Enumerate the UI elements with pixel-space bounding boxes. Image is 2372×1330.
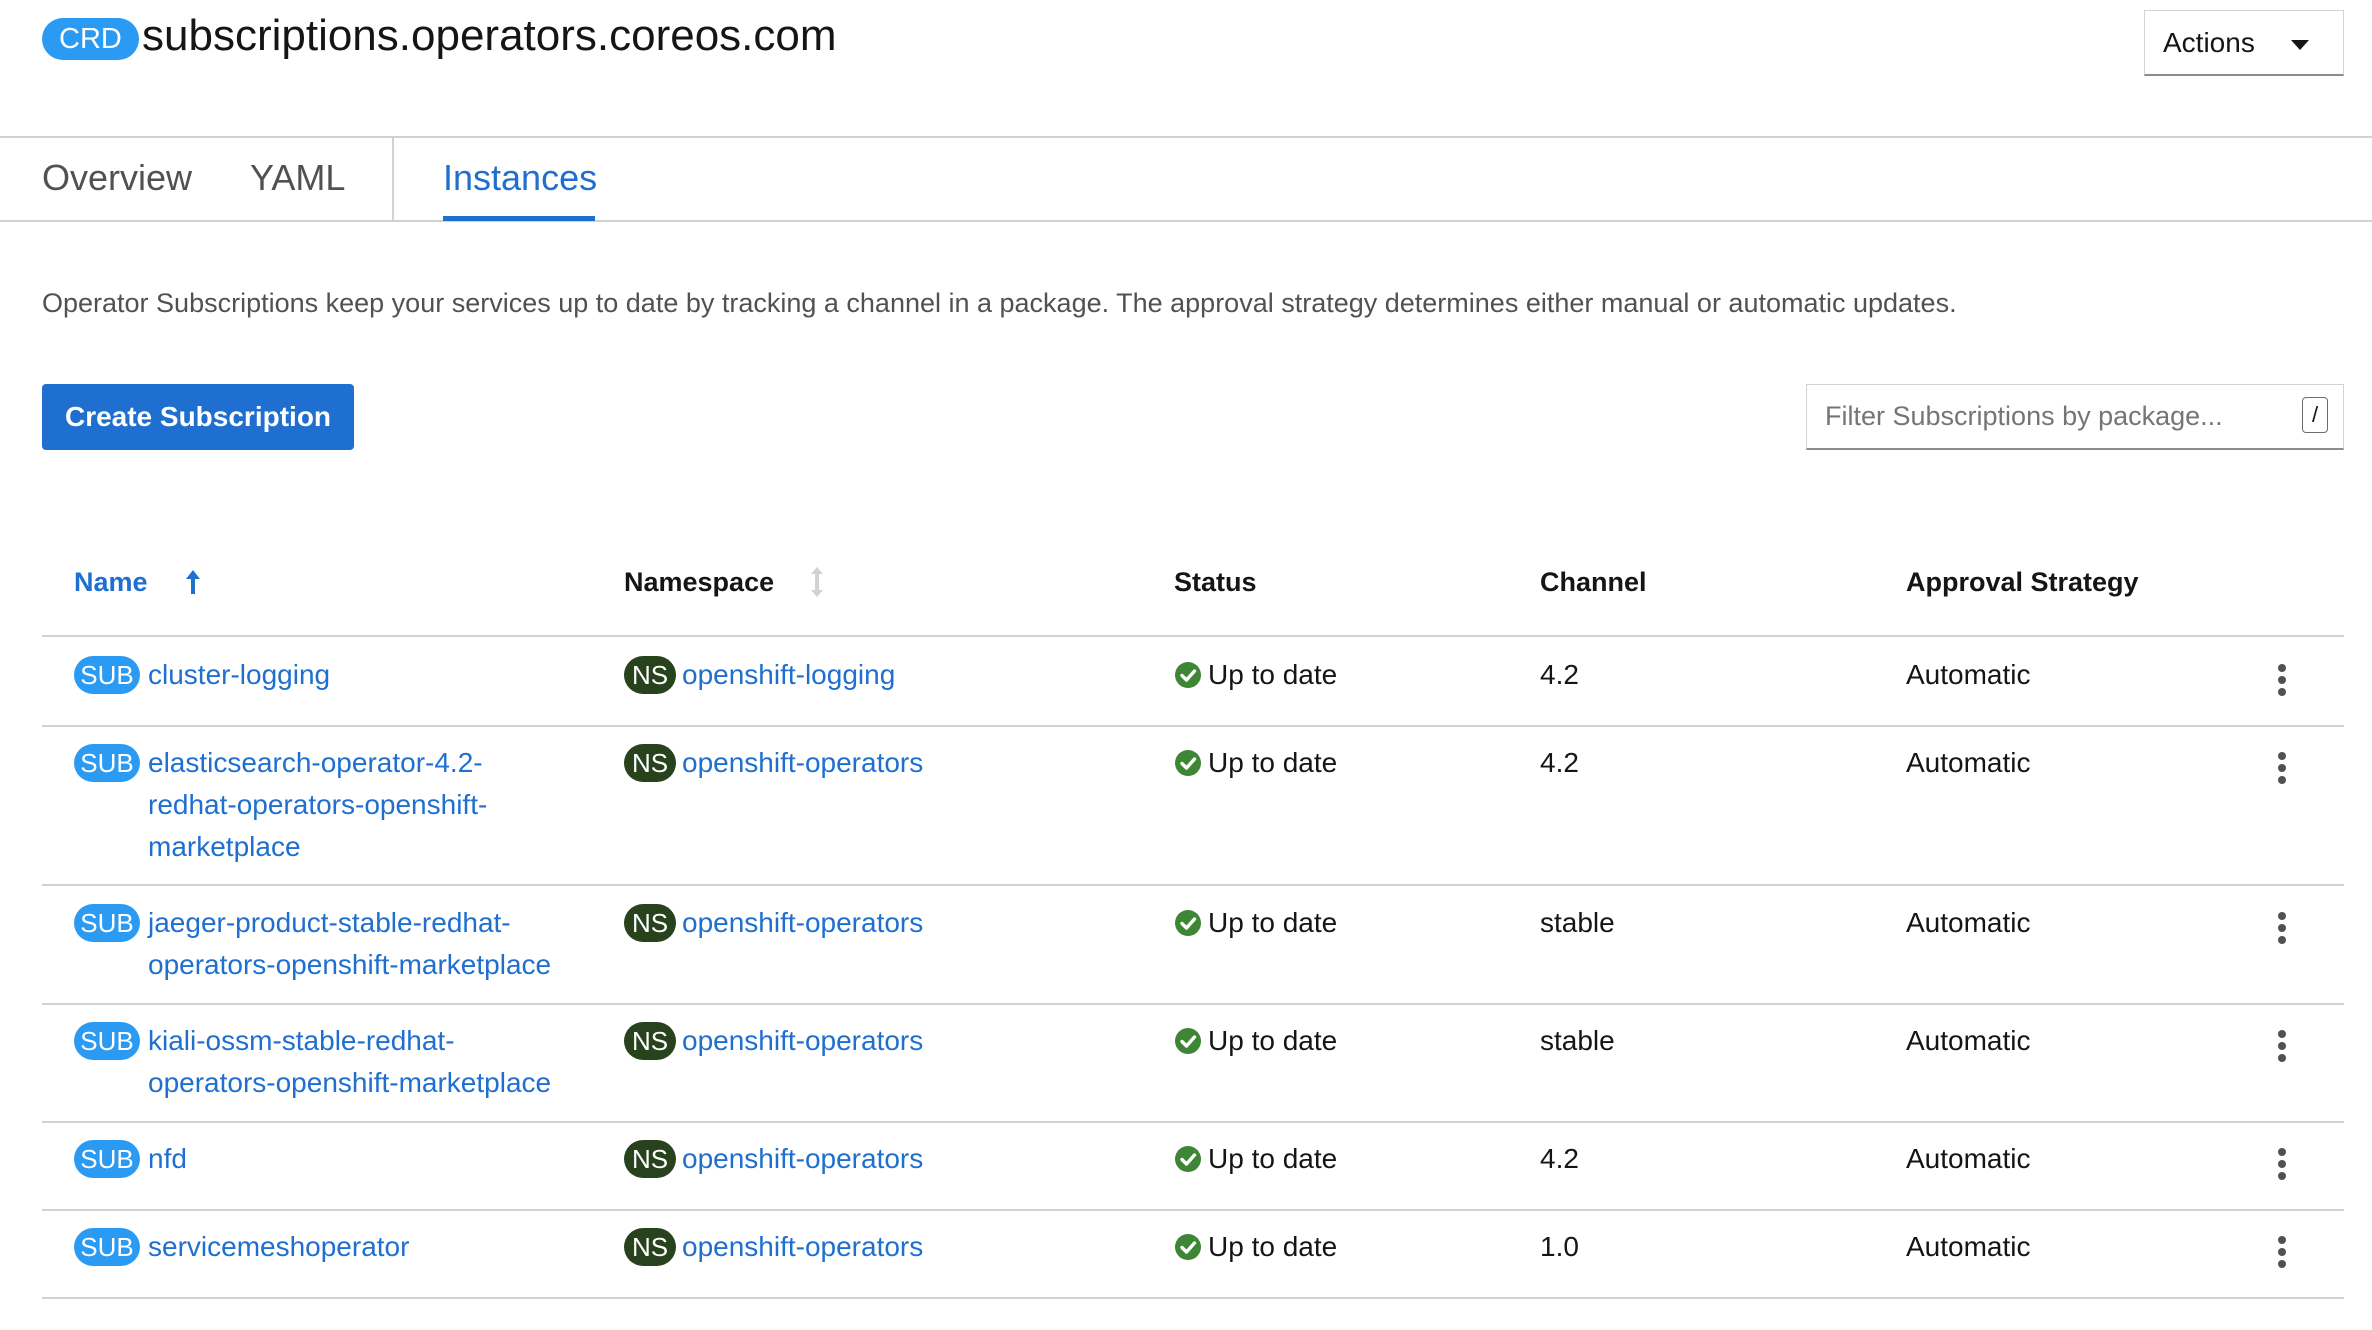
- column-header-name[interactable]: Name: [74, 562, 148, 602]
- sub-badge: SUB: [74, 1140, 140, 1178]
- status-text: Up to date: [1208, 1231, 1338, 1262]
- column-header-channel[interactable]: Channel: [1540, 562, 1647, 602]
- actions-dropdown[interactable]: Actions: [2144, 10, 2344, 76]
- sub-badge: SUB: [74, 1022, 140, 1060]
- sub-badge: SUB: [74, 656, 140, 694]
- ns-badge: NS: [624, 656, 676, 694]
- tab-active-indicator: [443, 216, 595, 221]
- row-divider: [42, 725, 2344, 727]
- kebab-icon[interactable]: [2276, 1235, 2288, 1269]
- approval-cell: Automatic: [1906, 747, 2031, 778]
- namespace-link[interactable]: openshift-operators: [682, 1226, 923, 1268]
- check-circle-icon: [1175, 1234, 1201, 1260]
- namespace-link[interactable]: openshift-operators: [682, 1020, 923, 1062]
- filter-input[interactable]: [1806, 384, 2344, 450]
- approval-cell: Automatic: [1906, 907, 2031, 938]
- arrow-up-icon[interactable]: [184, 568, 202, 596]
- crd-badge: CRD: [42, 18, 139, 60]
- channel-cell: stable: [1540, 1025, 1615, 1056]
- subscription-name-link[interactable]: elasticsearch-operator-4.2- redhat-operat…: [148, 742, 487, 868]
- check-circle-icon: [1175, 910, 1201, 936]
- kebab-icon[interactable]: [2276, 751, 2288, 785]
- column-header-status[interactable]: Status: [1174, 562, 1257, 602]
- page-description: Operator Subscriptions keep your service…: [42, 288, 1957, 318]
- subscription-name-link[interactable]: jaeger-product-stable-redhat-operators-o…: [148, 902, 551, 986]
- row-divider: [42, 1209, 2344, 1211]
- channel-cell: 4.2: [1540, 1143, 1579, 1174]
- approval-cell: Automatic: [1906, 1231, 2031, 1262]
- column-header-approval-strategy[interactable]: Approval Strategy: [1906, 562, 2139, 602]
- check-circle-icon: [1175, 662, 1201, 688]
- keyboard-shortcut-hint: /: [2302, 397, 2328, 433]
- column-header-namespace[interactable]: Namespace: [624, 562, 774, 602]
- ns-badge: NS: [624, 1022, 676, 1060]
- subscription-name-link[interactable]: servicemeshoperator: [148, 1226, 409, 1268]
- tab-yaml[interactable]: YAML: [250, 150, 345, 206]
- kebab-icon[interactable]: [2276, 663, 2288, 697]
- sort-icon[interactable]: [810, 566, 824, 598]
- channel-cell: 4.2: [1540, 659, 1579, 690]
- namespace-link[interactable]: openshift-operators: [682, 742, 923, 784]
- tab-overview[interactable]: Overview: [42, 150, 192, 206]
- approval-cell: Automatic: [1906, 1143, 2031, 1174]
- tabs-bottom-border: [0, 220, 2372, 222]
- tab-divider: [392, 136, 394, 222]
- row-divider: [42, 1121, 2344, 1123]
- kebab-icon[interactable]: [2276, 1029, 2288, 1063]
- tabs-top-border: [0, 136, 2372, 138]
- status-text: Up to date: [1208, 1143, 1338, 1174]
- channel-cell: 4.2: [1540, 747, 1579, 778]
- namespace-link[interactable]: openshift-operators: [682, 902, 923, 944]
- channel-cell: stable: [1540, 907, 1615, 938]
- check-circle-icon: [1175, 1146, 1201, 1172]
- namespace-link[interactable]: openshift-operators: [682, 1138, 923, 1180]
- status-text: Up to date: [1208, 907, 1338, 938]
- ns-badge: NS: [624, 744, 676, 782]
- channel-cell: 1.0: [1540, 1231, 1579, 1262]
- approval-cell: Automatic: [1906, 1025, 2031, 1056]
- tab-instances[interactable]: Instances: [443, 150, 597, 206]
- row-divider: [42, 1003, 2344, 1005]
- status-text: Up to date: [1208, 1025, 1338, 1056]
- status-text: Up to date: [1208, 659, 1338, 690]
- ns-badge: NS: [624, 904, 676, 942]
- status-text: Up to date: [1208, 747, 1338, 778]
- check-circle-icon: [1175, 750, 1201, 776]
- kebab-icon[interactable]: [2276, 911, 2288, 945]
- subscription-name-link[interactable]: kiali-ossm-stable-redhat-operators-opens…: [148, 1020, 551, 1104]
- kebab-icon[interactable]: [2276, 1147, 2288, 1181]
- ns-badge: NS: [624, 1140, 676, 1178]
- page-title: subscriptions.operators.coreos.com: [142, 11, 837, 60]
- approval-cell: Automatic: [1906, 659, 2031, 690]
- subscription-name-link[interactable]: nfd: [148, 1138, 187, 1180]
- row-divider: [42, 1297, 2344, 1299]
- sub-badge: SUB: [74, 904, 140, 942]
- caret-down-icon: [2291, 40, 2309, 50]
- ns-badge: NS: [624, 1228, 676, 1266]
- namespace-link[interactable]: openshift-logging: [682, 654, 895, 696]
- sub-badge: SUB: [74, 744, 140, 782]
- row-divider: [42, 635, 2344, 637]
- row-divider: [42, 884, 2344, 886]
- subscription-name-link[interactable]: cluster-logging: [148, 654, 330, 696]
- create-subscription-button[interactable]: Create Subscription: [42, 384, 354, 450]
- sub-badge: SUB: [74, 1228, 140, 1266]
- actions-label: Actions: [2163, 26, 2255, 58]
- check-circle-icon: [1175, 1028, 1201, 1054]
